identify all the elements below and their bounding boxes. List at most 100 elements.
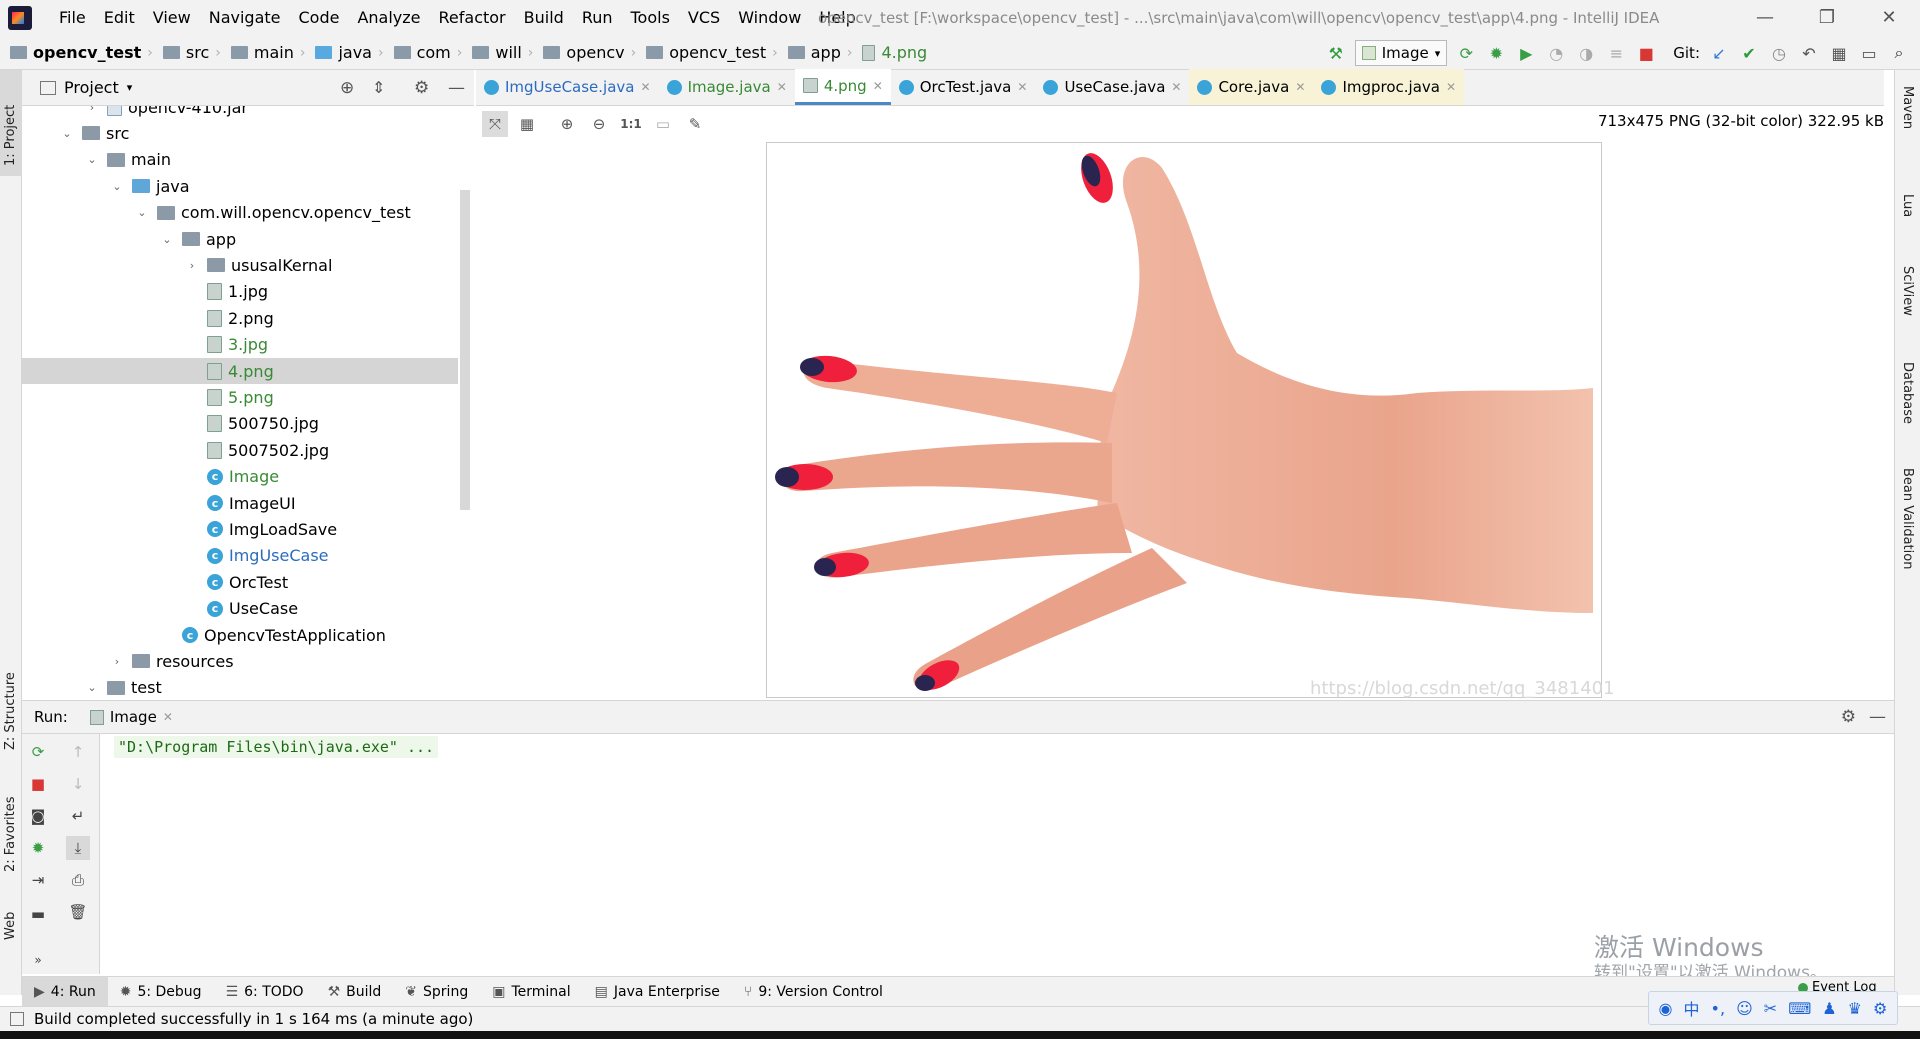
- tree-item[interactable]: ⌄ java: [22, 173, 458, 199]
- tool-structure-label[interactable]: Z: Structure: [3, 672, 18, 750]
- close-icon[interactable]: ✕: [1171, 80, 1181, 94]
- close-icon[interactable]: ✕: [1295, 80, 1305, 94]
- camera-icon[interactable]: ◙: [26, 804, 50, 828]
- menu-code[interactable]: Code: [290, 0, 349, 36]
- locate-icon[interactable]: ⊕: [340, 78, 354, 98]
- editor-tab[interactable]: Image.java ✕: [659, 69, 795, 105]
- breadcrumb-item[interactable]: 4.png: [852, 43, 927, 62]
- menu-edit[interactable]: Edit: [95, 0, 144, 36]
- git-update-icon[interactable]: ↙: [1708, 42, 1730, 64]
- ime-tools-icon[interactable]: ✂: [1764, 999, 1777, 1018]
- tree-item[interactable]: c ImgLoadSave: [22, 516, 458, 542]
- actual-size-button[interactable]: 1:1: [618, 111, 644, 137]
- chevron-right-icon[interactable]: ›: [185, 259, 199, 272]
- tool-sciview-label[interactable]: SciView: [1900, 266, 1915, 316]
- scroll-to-end-icon[interactable]: ⤓: [66, 836, 90, 860]
- tree-item[interactable]: 5.png: [22, 384, 458, 410]
- collapse-all-icon[interactable]: ⇕: [372, 78, 385, 97]
- run-tab[interactable]: Image ✕: [89, 708, 173, 726]
- editor-tab[interactable]: Core.java ✕: [1189, 69, 1314, 105]
- tool-database-label[interactable]: Database: [1900, 362, 1915, 424]
- project-structure-icon[interactable]: ▦: [1828, 42, 1850, 64]
- editor-tab[interactable]: ImgUseCase.java ✕: [476, 69, 659, 105]
- gear-icon[interactable]: ⚙: [1841, 707, 1856, 727]
- tool-window-button[interactable]: ▶ 4: Run: [22, 976, 108, 1007]
- tree-item[interactable]: 4.png: [22, 358, 458, 384]
- chevron-down-icon[interactable]: ⌄: [85, 681, 99, 694]
- tree-item[interactable]: c ImageUI: [22, 490, 458, 516]
- git-rollback-icon[interactable]: ↶: [1798, 42, 1820, 64]
- debug-icon[interactable]: ✹: [26, 836, 50, 860]
- menu-analyze[interactable]: Analyze: [348, 0, 429, 36]
- tree-item[interactable]: ⌄ com.will.opencv.opencv_test: [22, 200, 458, 226]
- search-icon[interactable]: ⌕: [1888, 42, 1910, 64]
- tree-item[interactable]: 5007502.jpg: [22, 437, 458, 463]
- tree-item[interactable]: 3.jpg: [22, 332, 458, 358]
- tool-window-button[interactable]: ▣ Terminal: [480, 977, 582, 1007]
- breadcrumb-item[interactable]: app ›: [778, 43, 852, 62]
- close-icon[interactable]: ✕: [873, 79, 883, 93]
- run-config-select[interactable]: Image ▾: [1354, 40, 1448, 66]
- tree-item[interactable]: › opencv-410.jar: [22, 106, 458, 120]
- menu-vcs[interactable]: VCS: [679, 0, 729, 36]
- tool-window-button[interactable]: ❦ Spring: [393, 977, 480, 1007]
- tree-item[interactable]: 2.png: [22, 305, 458, 331]
- tool-window-button[interactable]: ⚒ Build: [316, 977, 394, 1007]
- chevron-right-icon[interactable]: ›: [110, 655, 124, 668]
- menu-window[interactable]: Window: [729, 0, 810, 36]
- tree-item[interactable]: ⌄ test: [22, 675, 458, 696]
- soft-wrap-icon[interactable]: ↵: [66, 804, 90, 828]
- stop-icon[interactable]: ■: [26, 772, 50, 796]
- step-icon[interactable]: ≡: [1605, 42, 1627, 64]
- ime-logo-icon[interactable]: ◉: [1659, 999, 1673, 1018]
- more-icon[interactable]: »: [26, 948, 50, 972]
- tool-lua-label[interactable]: Lua: [1900, 194, 1915, 217]
- ime-chinese-icon[interactable]: 中: [1683, 996, 1699, 1020]
- trash-icon[interactable]: 🗑: [66, 900, 90, 924]
- editor-tab[interactable]: Imgproc.java ✕: [1313, 69, 1465, 105]
- print-icon[interactable]: ⎙: [66, 868, 90, 892]
- tree-item[interactable]: c UseCase: [22, 596, 458, 622]
- tool-window-button[interactable]: ☰ 6: TODO: [214, 977, 316, 1007]
- close-icon[interactable]: ✕: [163, 710, 173, 724]
- zoom-out-icon[interactable]: ⊖: [586, 111, 612, 137]
- tool-window-button[interactable]: ⑂ 9: Version Control: [732, 977, 895, 1007]
- chevron-down-icon[interactable]: ⌄: [60, 127, 74, 140]
- breadcrumb-item[interactable]: com ›: [384, 43, 462, 62]
- editor-tab[interactable]: UseCase.java ✕: [1035, 69, 1189, 105]
- chevron-right-icon[interactable]: ›: [85, 106, 99, 114]
- menu-build[interactable]: Build: [515, 0, 573, 36]
- tool-window-icon[interactable]: ▭: [1858, 42, 1880, 64]
- tool-bean-validation-label[interactable]: Bean Validation: [1900, 468, 1915, 569]
- chevron-down-icon[interactable]: ⌄: [135, 206, 149, 219]
- ime-skin-icon[interactable]: ♛: [1848, 999, 1862, 1018]
- minimize-button[interactable]: —: [1734, 0, 1796, 36]
- grid-icon[interactable]: ▦: [514, 111, 540, 137]
- ime-user-icon[interactable]: ♟: [1822, 999, 1836, 1018]
- zoom-in-icon[interactable]: ⊕: [554, 111, 580, 137]
- ime-punct-icon[interactable]: •,: [1711, 999, 1726, 1018]
- breadcrumb-item[interactable]: opencv_test ›: [0, 43, 153, 62]
- close-button[interactable]: ✕: [1858, 0, 1920, 36]
- breadcrumb-item[interactable]: src ›: [153, 43, 221, 62]
- debug-icon[interactable]: ✹: [1485, 42, 1507, 64]
- tree-item[interactable]: › resources: [22, 648, 458, 674]
- restore-button[interactable]: ❐: [1796, 0, 1858, 36]
- chevron-down-icon[interactable]: ⌄: [85, 153, 99, 166]
- close-icon[interactable]: ✕: [1017, 80, 1027, 94]
- close-icon[interactable]: ✕: [1446, 80, 1456, 94]
- fit-zoom-icon[interactable]: ▭: [650, 111, 676, 137]
- menu-refactor[interactable]: Refactor: [430, 0, 515, 36]
- attach-debugger-icon[interactable]: ◑: [1575, 42, 1597, 64]
- editor-tab[interactable]: OrcTest.java ✕: [891, 69, 1036, 105]
- profile-icon[interactable]: ◔: [1545, 42, 1567, 64]
- ime-emoji-icon[interactable]: ☺: [1736, 999, 1753, 1018]
- tree-item[interactable]: c ImgUseCase: [22, 543, 458, 569]
- breadcrumb-item[interactable]: opencv ›: [533, 43, 636, 62]
- breadcrumb-item[interactable]: main ›: [221, 43, 305, 62]
- arrow-up-icon[interactable]: ↑: [66, 740, 90, 764]
- color-picker-icon[interactable]: ✎: [682, 111, 708, 137]
- stop-icon[interactable]: ■: [1635, 42, 1657, 64]
- menu-view[interactable]: View: [144, 0, 200, 36]
- menu-tools[interactable]: Tools: [622, 0, 679, 36]
